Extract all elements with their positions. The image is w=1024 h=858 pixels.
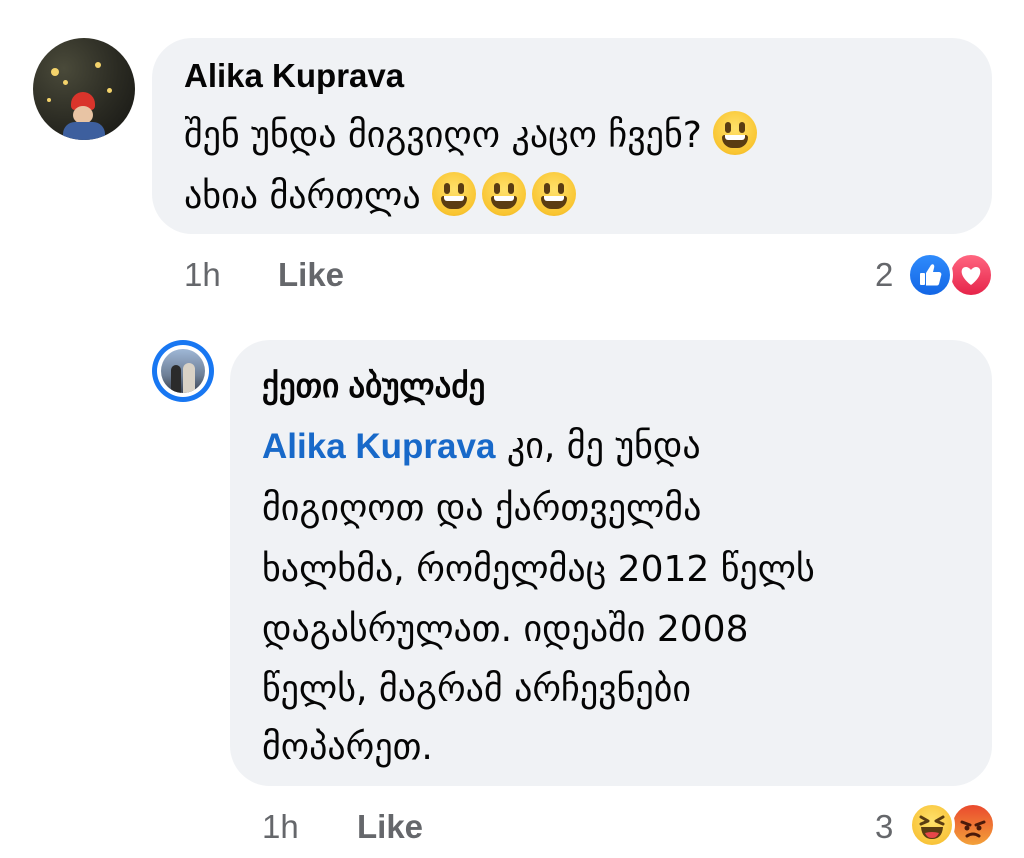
reply-timestamp[interactable]: 1h [262, 808, 299, 846]
replier-avatar[interactable] [152, 340, 214, 402]
reply-text-line-5: წელს, მაგრამ არჩევნები [262, 669, 691, 710]
haha-icon[interactable] [909, 802, 955, 848]
reply-text-line-6: მოპარეთ. [262, 727, 433, 768]
reply-text-line-2: მიგიღოთ და ქართველმა [262, 488, 702, 529]
reply-text-line-4: დაგასრულათ. იდეაში 2008 [262, 609, 749, 650]
comment-text-line-1: შენ უნდა მიგვიღო კაცო ჩვენ? [184, 107, 763, 165]
comment-author[interactable]: Alika Kuprava [184, 57, 404, 95]
grinning-face-emoji [713, 111, 758, 155]
grinning-face-emoji [432, 172, 477, 216]
reply-text-line-3: ხალხმა, რომელმაც 2012 წელს [262, 549, 815, 590]
comment-text-line-2: ახია მართლა [184, 168, 582, 226]
reply-author[interactable]: ქეთი აბულაძე [262, 366, 485, 405]
angry-icon[interactable] [950, 802, 996, 848]
reply-like-button[interactable]: Like [357, 808, 423, 846]
grinning-face-emoji [532, 172, 577, 216]
reply-text-line-1: Alika Kuprava კი, მე უნდა [262, 426, 701, 467]
love-icon[interactable] [948, 252, 994, 298]
commenter-avatar[interactable] [33, 38, 135, 140]
mention-link[interactable]: Alika Kuprava [262, 427, 495, 466]
like-icon[interactable] [907, 252, 953, 298]
comment-like-button[interactable]: Like [278, 256, 344, 294]
reply-reaction-count[interactable]: 3 [875, 808, 893, 846]
comment-timestamp[interactable]: 1h [184, 256, 221, 294]
comment-reaction-count[interactable]: 2 [875, 256, 893, 294]
grinning-face-emoji [482, 172, 527, 216]
